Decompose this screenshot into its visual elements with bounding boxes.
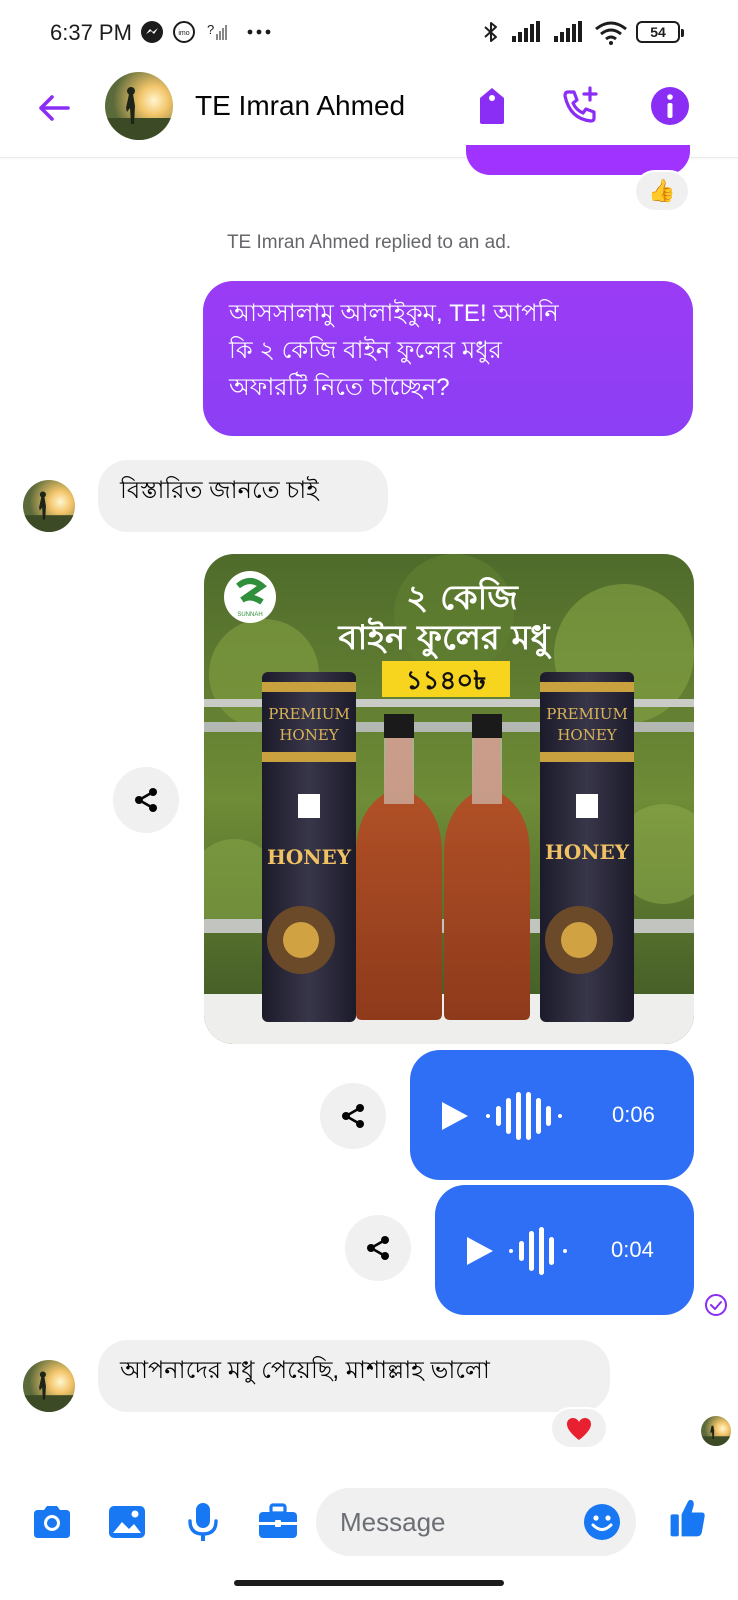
- battery-icon: 54: [636, 21, 684, 43]
- contact-avatar-small[interactable]: [23, 1360, 75, 1412]
- outgoing-message[interactable]: আসসালামু আলাইকুম, TE! আপনি কি ২ কেজি বাই…: [203, 281, 693, 436]
- jar-brand: HONEY: [267, 845, 352, 869]
- share-icon: [367, 1236, 389, 1260]
- more-dots-icon: [247, 29, 271, 35]
- svg-text:imo: imo: [178, 30, 189, 37]
- messenger-icon: [141, 21, 163, 43]
- microphone-icon[interactable]: [181, 1500, 225, 1544]
- jar-label: PREMIUM: [268, 705, 350, 723]
- composer-bar: [0, 1480, 738, 1570]
- add-call-icon[interactable]: [558, 84, 602, 128]
- signal-icon: [512, 21, 540, 42]
- voice-duration: 0:04: [611, 1237, 654, 1262]
- jar-label: HONEY: [557, 726, 617, 744]
- incoming-message[interactable]: আপনাদের মধু পেয়েছি, মাশাল্লাহ ভালো: [98, 1340, 610, 1412]
- ad-headline-2: বাইন ফুলের মধু: [338, 617, 553, 659]
- sent-check-icon: [705, 1294, 727, 1316]
- imo-icon: imo: [173, 21, 195, 43]
- message-line: আসসালামু আলাইকুম, TE! আপনি: [229, 300, 559, 327]
- no-signal-icon: ?: [207, 22, 227, 40]
- read-receipt-avatar: [701, 1416, 731, 1446]
- waveform-icon: [509, 1227, 567, 1275]
- home-indicator: [234, 1580, 504, 1586]
- voice-message[interactable]: 0:04: [435, 1185, 694, 1315]
- play-icon[interactable]: [463, 1235, 495, 1267]
- emoji-icon[interactable]: [582, 1502, 622, 1542]
- thumbs-up-icon[interactable]: [666, 1496, 710, 1540]
- ad-reply-note: TE Imran Ahmed replied to an ad.: [226, 232, 512, 253]
- share-button[interactable]: [345, 1215, 411, 1281]
- contact-name[interactable]: TE Imran Ahmed: [195, 90, 405, 122]
- jar-label: PREMIUM: [546, 705, 628, 723]
- chat-header: TE Imran Ahmed: [0, 64, 738, 158]
- voice-duration: 0:06: [612, 1102, 655, 1127]
- message-line: অফারটি নিতে চাচ্ছেন?: [229, 374, 450, 402]
- share-button[interactable]: [320, 1083, 386, 1149]
- voice-message[interactable]: 0:06: [410, 1050, 694, 1180]
- contact-avatar-small[interactable]: [23, 480, 75, 532]
- contact-avatar[interactable]: [105, 72, 173, 140]
- share-button[interactable]: [113, 767, 179, 833]
- message-line: কি ২ কেজি বাইন ফুলের মধুর: [229, 337, 502, 365]
- ad-headline-1: ২ কেজি: [406, 577, 519, 618]
- jar-brand: HONEY: [545, 840, 630, 864]
- toolbox-icon[interactable]: [256, 1500, 300, 1544]
- heart-reaction[interactable]: [550, 1407, 608, 1449]
- status-bar: 6:37 PM imo ? 54: [0, 0, 738, 64]
- ad-image[interactable]: SUNNAH ২ কেজি বাইন ফুলের মধু ১১৪০৳ PREMI…: [204, 554, 694, 1044]
- svg-text:?: ?: [207, 22, 214, 37]
- heart-icon: [567, 1418, 591, 1440]
- info-icon[interactable]: [648, 84, 692, 128]
- wifi-icon: [595, 21, 627, 45]
- play-icon[interactable]: [438, 1100, 470, 1132]
- back-arrow-icon[interactable]: [34, 88, 74, 128]
- logo-text: SUNNAH: [237, 612, 262, 618]
- gallery-icon[interactable]: [105, 1500, 149, 1544]
- waveform-icon: [486, 1092, 562, 1140]
- share-icon: [342, 1104, 364, 1128]
- status-time: 6:37 PM: [50, 20, 132, 45]
- share-icon: [135, 788, 157, 812]
- incoming-message[interactable]: বিস্তারিত জানতে চাই: [98, 460, 388, 532]
- ad-price: ১১৪০৳: [406, 666, 487, 696]
- signal-icon: [554, 21, 582, 42]
- camera-icon[interactable]: [30, 1500, 74, 1544]
- tag-icon[interactable]: [470, 84, 514, 128]
- bluetooth-icon: [484, 22, 497, 42]
- jar-label: HONEY: [279, 726, 339, 744]
- thumbs-up-reaction[interactable]: 👍: [634, 170, 690, 212]
